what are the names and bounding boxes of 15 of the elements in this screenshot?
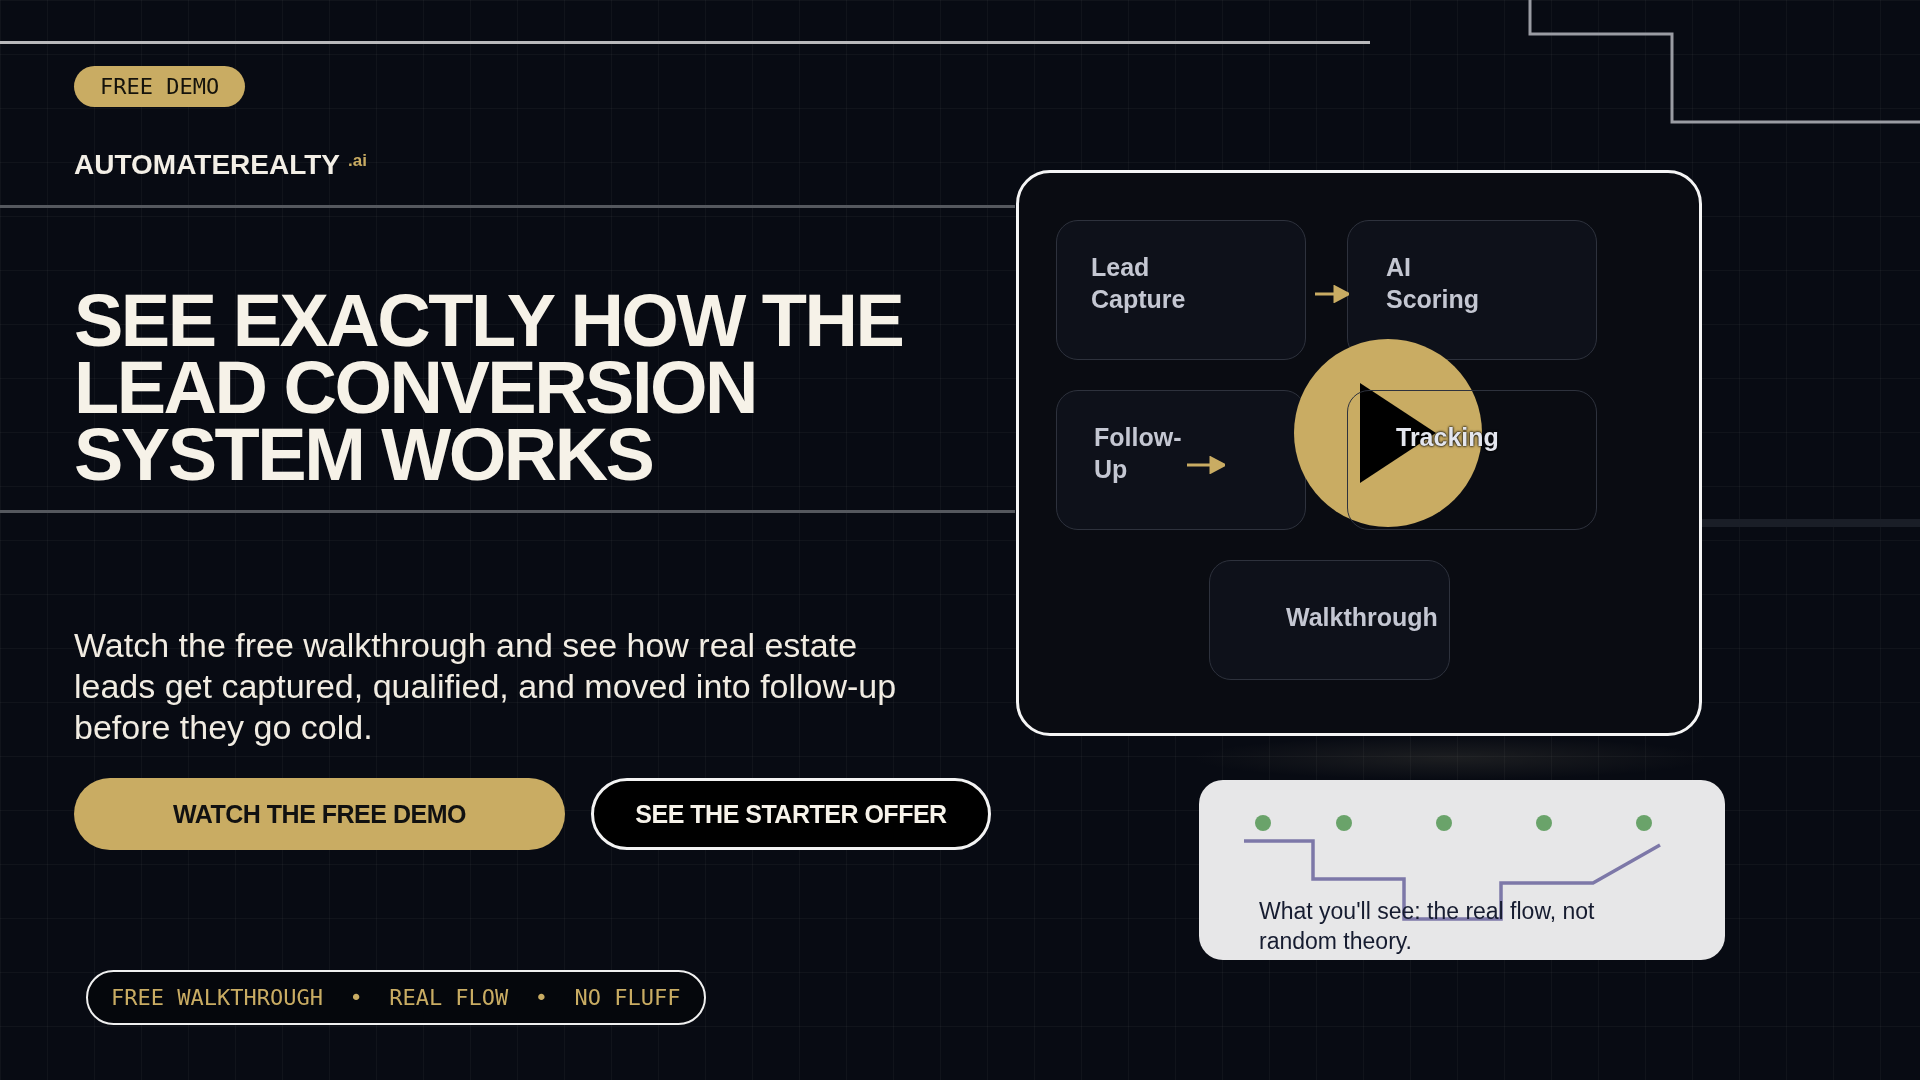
free-demo-badge: FREE DEMO xyxy=(74,66,246,107)
step-label: AI Scoring xyxy=(1386,252,1480,315)
tagline-pill: FREE WALKTHROUGH • REAL FLOW • NO FLUFF xyxy=(86,970,706,1025)
starter-offer-button[interactable]: SEE THE STARTER OFFER xyxy=(591,778,991,850)
caption-text: What you'll see: the real flow, not random theory. xyxy=(1259,897,1596,956)
step-label: Lead Capture xyxy=(1091,252,1186,315)
brand-suffix: .ai xyxy=(348,151,367,171)
headline: SEE EXACTLY HOW THE LEAD CONVERSION SYSTEM WORKS xyxy=(74,287,904,488)
step-label: Follow-Up xyxy=(1094,422,1182,485)
brand-name: AUTOMATEREALTY xyxy=(74,149,340,181)
arrow-icon xyxy=(1315,285,1349,303)
description: Watch the free walkthrough and see how real estate leads get captured, qualified, and moved into follow-up before they go cold. xyxy=(74,625,898,748)
watch-demo-button[interactable]: WATCH THE FREE DEMO xyxy=(74,778,565,850)
step-label: Walkthrough xyxy=(1286,602,1439,633)
arrow-icon xyxy=(1187,456,1225,474)
